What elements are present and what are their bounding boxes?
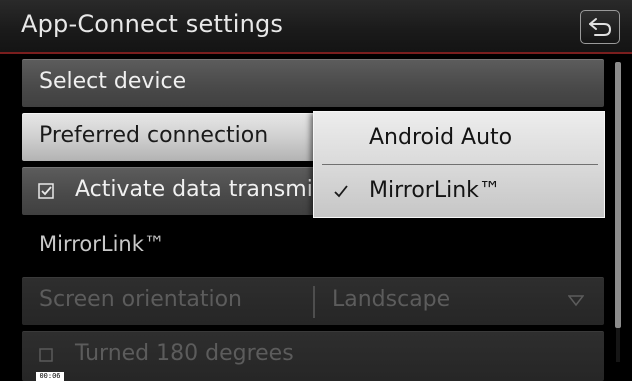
- mirrorlink-section-title: MirrorLink™: [39, 232, 165, 256]
- option-label: Android Auto: [369, 125, 513, 150]
- chevron-down-icon: [568, 295, 584, 307]
- timestamp: 00:06: [36, 372, 64, 381]
- screen-orientation-value: Landscape: [332, 287, 451, 312]
- screen-orientation-select[interactable]: Screen orientation Landscape: [22, 277, 604, 325]
- back-button[interactable]: [580, 10, 620, 44]
- turned-180-item[interactable]: Turned 180 degrees: [22, 331, 604, 381]
- divider: [313, 286, 315, 318]
- back-arrow-icon: [589, 18, 612, 36]
- option-android-auto[interactable]: Android Auto: [314, 112, 604, 164]
- option-label: MirrorLink™: [369, 178, 501, 203]
- turned-180-label: Turned 180 degrees: [75, 341, 294, 366]
- screen-orientation-label: Screen orientation: [39, 287, 242, 312]
- preferred-connection-label: Preferred connection: [39, 123, 269, 148]
- title-bar: App-Connect settings: [0, 0, 632, 54]
- option-mirrorlink[interactable]: MirrorLink™: [314, 165, 604, 217]
- connection-dropdown-menu: Android Auto MirrorLink™: [313, 111, 605, 218]
- checkmark-icon: [334, 185, 348, 198]
- checkbox-unchecked-icon[interactable]: [38, 347, 54, 363]
- activate-data-transmission-label: Activate data transmi: [75, 177, 313, 202]
- checkbox-checked-icon[interactable]: [38, 183, 54, 199]
- select-device-item[interactable]: Select device: [22, 59, 604, 107]
- scrollbar-thumb[interactable]: [615, 62, 621, 328]
- select-device-label: Select device: [39, 69, 187, 94]
- page-title: App-Connect settings: [21, 10, 284, 38]
